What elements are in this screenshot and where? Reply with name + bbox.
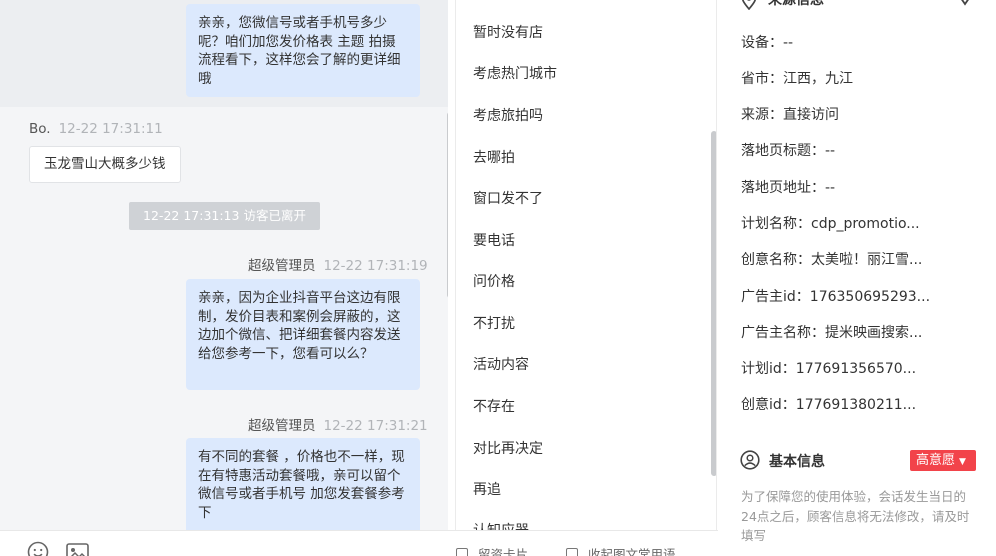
message-text: 亲亲，您微信号或者手机号多少呢？咱们加您发价格表 主题 拍摄流程看下，这样您会了… xyxy=(198,15,401,87)
visitor-left-notice: 12-22 17:31:13 访客已离开 xyxy=(129,202,320,230)
info-row-landing-title: 落地页标题：-- xyxy=(741,140,835,160)
row-label: 设备： xyxy=(741,35,783,51)
caret-down-icon: ▼ xyxy=(959,457,966,467)
source-info-title: 来源信息 xyxy=(768,0,824,8)
leave-card-label: 留资卡片 xyxy=(478,547,529,556)
edit-icon[interactable] xyxy=(956,0,974,10)
quick-reply-item[interactable]: 去哪拍 xyxy=(473,147,515,167)
agent-sender-line: 超级管理员 12-22 17:31:19 xyxy=(248,254,428,274)
row-value: 太美啦！丽江雪... xyxy=(811,252,923,268)
quick-reply-item[interactable]: 要电话 xyxy=(473,230,515,250)
row-label: 创意id： xyxy=(741,397,796,413)
quick-reply-item[interactable]: 暂时没有店 xyxy=(473,22,543,42)
agent-message-bubble: 有不同的套餐 ，价格也不一样，现在有特惠活动套餐哦，亲可以留个微信号或者手机号 … xyxy=(186,438,420,530)
leave-card-button[interactable]: 留资卡片 xyxy=(456,544,528,556)
message-text: 有不同的套餐 ，价格也不一样，现在有特惠活动套餐哦，亲可以留个微信号或者手机号 … xyxy=(198,449,405,521)
chat-scrollbar[interactable] xyxy=(447,112,448,298)
info-row-advertiser-id: 广告主id：176350695293... xyxy=(741,286,930,306)
chat-toolbar: 留资卡片 收起图文常用语 xyxy=(0,530,718,556)
quick-reply-item[interactable]: 考虑旅拍吗 xyxy=(473,105,543,125)
quick-reply-item[interactable]: 窗口发不了 xyxy=(473,188,543,208)
row-label: 广告主id： xyxy=(741,289,810,305)
collapse-quick-replies-label: 收起图文常用语 xyxy=(588,547,676,556)
smiley-icon[interactable] xyxy=(27,541,49,556)
card-icon xyxy=(566,548,578,556)
collapse-quick-replies-button[interactable]: 收起图文常用语 xyxy=(566,544,676,556)
visitor-info-panel: 来源信息 设备：-- 省市：江西，九江 来源：直接访问 落地页标题：-- 落地页… xyxy=(719,0,996,556)
user-circle-icon xyxy=(740,450,760,474)
row-label: 广告主名称： xyxy=(741,325,825,341)
row-label: 创意名称： xyxy=(741,252,811,268)
quick-reply-item[interactable]: 不打扰 xyxy=(473,313,515,333)
message-time: 12-22 17:31:21 xyxy=(323,418,428,434)
info-row-plan-name: 计划名称：cdp_promotio... xyxy=(741,213,920,233)
quick-reply-item[interactable]: 对比再决定 xyxy=(473,438,543,458)
visitor-message-bubble: 玉龙雪山大概多少钱 xyxy=(29,146,181,183)
intent-level-label: 高意愿 xyxy=(916,453,956,468)
quick-reply-item[interactable]: 活动内容 xyxy=(473,354,529,374)
row-label: 计划名称： xyxy=(741,216,811,232)
sender-name: 超级管理员 xyxy=(248,258,316,274)
message-text: 玉龙雪山大概多少钱 xyxy=(44,156,166,172)
row-value: -- xyxy=(783,35,794,51)
row-label: 来源： xyxy=(741,107,783,123)
row-label: 计划id： xyxy=(741,361,796,377)
quick-reply-item[interactable]: 再追 xyxy=(473,479,501,499)
row-value: -- xyxy=(825,180,836,196)
row-value: 直接访问 xyxy=(783,107,839,123)
quick-reply-item[interactable]: 不存在 xyxy=(473,396,515,416)
row-value: 177691380211... xyxy=(795,397,917,413)
info-row-creative-name: 创意名称：太美啦！丽江雪... xyxy=(741,249,922,269)
quick-reply-panel: 暂时没有店 考虑热门城市 考虑旅拍吗 去哪拍 窗口发不了 要电话 问价格 不打扰… xyxy=(455,0,717,530)
row-value: 177691356570... xyxy=(795,361,917,377)
row-value: cdp_promotio... xyxy=(811,216,920,232)
chat-panel: 亲亲，您微信号或者手机号多少呢？咱们加您发价格表 主题 拍摄流程看下，这样您会了… xyxy=(0,0,448,530)
sender-name: 超级管理员 xyxy=(248,418,316,434)
message-time: 12-22 17:31:19 xyxy=(323,258,428,274)
intent-level-dropdown[interactable]: 高意愿 ▼ xyxy=(910,450,976,471)
row-value: 江西，九江 xyxy=(783,71,853,87)
info-row-plan-id: 计划id：177691356570... xyxy=(741,358,916,378)
agent-message-bubble: 亲亲，因为企业抖音平台这边有限制，发价目表和案例会屏蔽的，这边加个微信、把详细套… xyxy=(186,279,420,390)
message-text: 亲亲，因为企业抖音平台这边有限制，发价目表和案例会屏蔽的，这边加个微信、把详细套… xyxy=(198,290,401,362)
row-label: 落地页地址： xyxy=(741,180,825,196)
row-label: 省市： xyxy=(741,71,783,87)
quick-reply-scrollbar[interactable] xyxy=(711,131,716,476)
info-row-city: 省市：江西，九江 xyxy=(741,68,853,88)
quick-reply-item[interactable]: 问价格 xyxy=(473,271,515,291)
info-row-creative-id: 创意id：177691380211... xyxy=(741,394,916,414)
row-value: 176350695293... xyxy=(809,289,931,305)
info-edit-notice: 为了保障您的使用体验，会话发生当日的24点之后，顾客信息将无法修改，请及时填写 xyxy=(741,489,970,543)
card-icon xyxy=(456,548,468,556)
quick-reply-item[interactable]: 认知应器 xyxy=(473,520,529,530)
image-icon[interactable] xyxy=(66,543,89,556)
row-value: 提米映画搜索... xyxy=(825,325,923,341)
message-time: 12-22 17:31:11 xyxy=(58,121,163,137)
row-value: -- xyxy=(825,143,836,159)
info-row-device: 设备：-- xyxy=(741,32,793,52)
visitor-sender-line: Bo. 12-22 17:31:11 xyxy=(29,121,163,137)
location-pin-icon xyxy=(741,0,757,14)
sender-name: Bo. xyxy=(29,121,51,137)
agent-message-bubble: 亲亲，您微信号或者手机号多少呢？咱们加您发价格表 主题 拍摄流程看下，这样您会了… xyxy=(186,4,420,97)
info-row-source: 来源：直接访问 xyxy=(741,104,839,124)
info-row-advertiser-name: 广告主名称：提米映画搜索... xyxy=(741,322,922,342)
info-row-landing-url: 落地页地址：-- xyxy=(741,177,835,197)
agent-sender-line: 超级管理员 12-22 17:31:21 xyxy=(248,414,428,434)
quick-reply-item[interactable]: 考虑热门城市 xyxy=(473,63,557,83)
row-label: 落地页标题： xyxy=(741,143,825,159)
basic-info-title: 基本信息 xyxy=(769,454,825,470)
